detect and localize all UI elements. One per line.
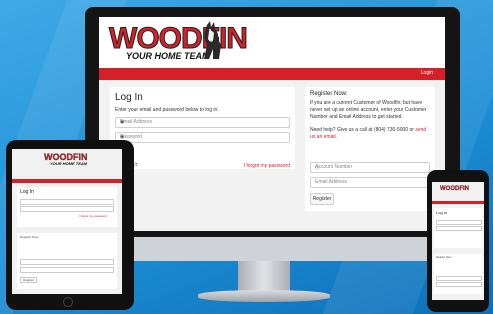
register-text: If you are a current Customer of Woodfin… <box>310 100 427 120</box>
woodfin-logo[interactable]: WOODFIN YOUR HOME TEAM <box>109 23 249 61</box>
tablet-register-email-field[interactable] <box>20 267 114 273</box>
desktop-screen: WOODFIN YOUR HOME TEAM Login Log In Ente… <box>99 17 445 231</box>
phone-register-card: Register Now: <box>434 254 482 294</box>
register-title: Register Now: <box>310 91 348 97</box>
login-card: Log In Enter your email and password bel… <box>110 87 295 169</box>
password-field[interactable]: Password ◉ <box>115 132 290 143</box>
monitor-chin <box>85 237 460 261</box>
eye-icon[interactable]: ◉ <box>120 119 286 125</box>
logo-tagline: YOUR HOME TEAM <box>126 51 210 61</box>
dog-mascot-icon <box>204 21 221 59</box>
tablet-email-field[interactable] <box>20 199 114 205</box>
tablet-register-title: Register Now: <box>20 235 39 239</box>
phone-screen: WOODFIN Log In Register Now: <box>432 182 484 300</box>
tablet-login-card: Log In I forgot my password <box>17 187 117 227</box>
tablet-account-field[interactable] <box>20 259 114 265</box>
forgot-password-link[interactable]: I forgot my password <box>244 163 290 169</box>
tablet-forgot-link[interactable]: I forgot my password <box>79 214 107 218</box>
info-icon: ⓘ <box>315 165 321 171</box>
phone-register-email-field[interactable] <box>436 282 482 287</box>
tablet-login-title: Log In <box>20 189 34 195</box>
phone-login-card: Log In <box>434 208 482 248</box>
tablet-logo: WOODFIN YOUR HOME TEAM <box>44 152 88 166</box>
register-button[interactable]: Register <box>310 193 334 205</box>
phone-logo: WOODFIN <box>440 186 469 192</box>
phone-login-title: Log In <box>436 210 448 215</box>
tablet-register-card: Register Now: Register <box>17 233 117 289</box>
register-email-field[interactable]: Email Address <box>310 177 430 188</box>
header: WOODFIN YOUR HOME TEAM <box>99 17 445 68</box>
login-title: Log In <box>115 92 143 103</box>
monitor-stand-neck <box>238 261 290 293</box>
login-subtitle: Enter your email and password below to l… <box>115 107 219 113</box>
register-card: Register Now: If you are a current Custo… <box>305 87 435 211</box>
nav-login-link[interactable]: Login <box>421 70 433 76</box>
eye-icon[interactable]: ◉ <box>120 134 286 140</box>
nav-bar: Login <box>99 68 445 80</box>
phone-register-title: Register Now: <box>436 256 452 259</box>
tablet-register-button[interactable]: Register <box>20 277 38 283</box>
tablet-home-button <box>63 297 73 307</box>
phone-account-field[interactable] <box>436 276 482 281</box>
phone-email-field[interactable] <box>436 220 482 225</box>
register-email-placeholder: Email Address <box>315 179 347 185</box>
tablet-nav-bar <box>12 179 122 183</box>
phone-nav-bar <box>432 201 484 204</box>
tablet-screen: WOODFIN YOUR HOME TEAM Log In I forgot m… <box>12 149 122 294</box>
tablet-logo-tagline: YOUR HOME TEAM <box>50 161 88 166</box>
account-number-field[interactable]: Account Number ⓘ <box>310 162 430 173</box>
monitor-stand-base <box>198 290 330 302</box>
email-field[interactable]: Email Address ◉ <box>115 117 290 128</box>
tablet-password-field[interactable] <box>20 206 114 212</box>
help-text: Need help? Give us a call at (804) 730-5… <box>310 127 414 133</box>
register-help: Need help? Give us a call at (804) 730-5… <box>310 127 430 141</box>
phone-password-field[interactable] <box>436 226 482 231</box>
